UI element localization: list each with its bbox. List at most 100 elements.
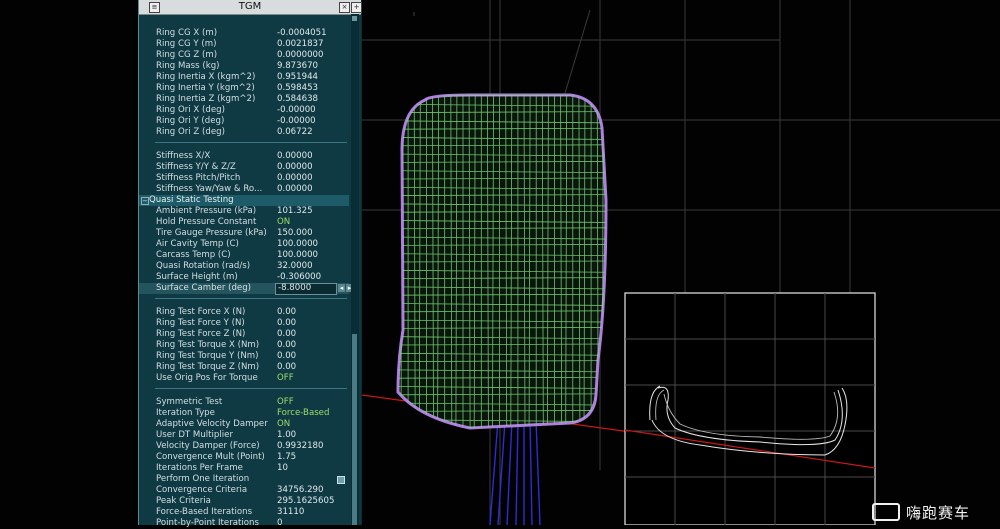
property-row[interactable]: Surface Camber (deg) ◂ ▸ -8.8000 bbox=[139, 283, 353, 295]
property-row[interactable]: Ring Test Torque Z (Nm) 0.00 bbox=[139, 362, 349, 373]
close-icon[interactable]: × bbox=[339, 2, 350, 13]
property-row[interactable]: Stiffness Y/Y & Z/Z 0.00000 bbox=[139, 162, 349, 173]
property-label: Ring Inertia Z (kgm^2) bbox=[156, 94, 256, 104]
property-value: -0.00000 bbox=[277, 105, 316, 115]
property-value: -0.306000 bbox=[277, 272, 322, 282]
property-label: Ambient Pressure (kPa) bbox=[156, 206, 257, 216]
property-row[interactable]: Iterations Per Frame 10 bbox=[139, 463, 349, 474]
collapse-icon[interactable]: − bbox=[141, 197, 149, 205]
property-row[interactable]: Ring Ori X (deg) -0.00000 bbox=[139, 105, 349, 116]
property-value: 0.0000000 bbox=[277, 50, 324, 60]
property-row[interactable]: Stiffness Yaw/Yaw & Ro... 0.00000 bbox=[139, 184, 349, 195]
property-label: Force-Based Iterations bbox=[156, 507, 253, 517]
property-row[interactable]: Ring Ori Y (deg) -0.00000 bbox=[139, 116, 349, 127]
property-value: 100.0000 bbox=[277, 250, 319, 260]
property-row[interactable]: Ring Test Force Z (N) 0.00 bbox=[139, 329, 349, 340]
property-label: Quasi Rotation (rad/s) bbox=[156, 261, 251, 271]
section-title: Quasi Static Testing bbox=[149, 195, 234, 205]
property-row[interactable]: Ring Mass (kg) 9.873670 bbox=[139, 61, 349, 72]
property-value: 0.9932180 bbox=[277, 441, 324, 451]
property-row[interactable]: Ring Ori Z (deg) 0.06722 bbox=[139, 127, 349, 138]
property-row[interactable]: Tire Gauge Pressure (kPa) 150.000 bbox=[139, 228, 349, 239]
property-label: Ring Inertia X (kgm^2) bbox=[156, 72, 256, 82]
property-value: 0.00000 bbox=[277, 184, 313, 194]
property-row[interactable]: Ring Test Force X (N) 0.00 bbox=[139, 307, 349, 318]
property-row[interactable]: Ring Test Torque Y (Nm) 0.00 bbox=[139, 351, 349, 362]
property-value: Force-Based bbox=[277, 408, 330, 418]
property-value: 0.00000 bbox=[277, 173, 313, 183]
property-row[interactable]: Ring CG Y (m) 0.0021837 bbox=[139, 39, 349, 50]
property-row[interactable]: Surface Height (m) -0.306000 bbox=[139, 272, 349, 283]
property-value: 0.00 bbox=[277, 351, 297, 361]
title-grip-icon bbox=[413, 12, 415, 16]
property-label: Velocity Damper (Force) bbox=[156, 441, 260, 451]
property-row[interactable]: Stiffness X/X 0.00000 bbox=[139, 151, 349, 162]
property-label: Perform One Iteration bbox=[156, 474, 250, 484]
property-row[interactable]: Ring Test Force Y (N) 0.00 bbox=[139, 318, 349, 329]
watermark-text: 嗨跑赛车 bbox=[906, 504, 971, 522]
property-row[interactable]: Air Cavity Temp (C) 100.0000 bbox=[139, 239, 349, 250]
property-label: Ring Ori X (deg) bbox=[156, 105, 225, 115]
property-value[interactable]: -8.8000 bbox=[278, 283, 311, 294]
cross-section-inset bbox=[624, 292, 876, 525]
property-row[interactable]: Ring Inertia Z (kgm^2) 0.584638 bbox=[139, 94, 349, 105]
expand-icon[interactable]: + bbox=[351, 2, 362, 13]
property-value: 0.00 bbox=[277, 307, 297, 317]
property-row[interactable]: Quasi Rotation (rad/s) 32.0000 bbox=[139, 261, 349, 272]
property-row[interactable]: User DT Multiplier 1.00 bbox=[139, 430, 349, 441]
property-value: OFF bbox=[277, 373, 294, 383]
property-row[interactable]: Adaptive Velocity Damper ON bbox=[139, 419, 349, 430]
property-value: -0.0004051 bbox=[277, 28, 327, 38]
property-value: 0.00 bbox=[277, 329, 297, 339]
property-label: Adaptive Velocity Damper bbox=[156, 419, 268, 429]
property-label: Ring Test Torque X (Nm) bbox=[156, 340, 260, 350]
property-value: 0.00000 bbox=[277, 151, 313, 161]
property-value: 295.1625605 bbox=[277, 496, 335, 506]
property-row[interactable]: Force-Based Iterations 31110 bbox=[139, 507, 349, 518]
section-header-quasi-static[interactable]: − Quasi Static Testing bbox=[139, 195, 349, 206]
property-label: Tire Gauge Pressure (kPa) bbox=[156, 228, 267, 238]
property-label: Hold Pressure Constant bbox=[156, 217, 257, 227]
property-value: 1.75 bbox=[277, 452, 297, 462]
property-row[interactable]: Ring CG Z (m) 0.0000000 bbox=[139, 50, 349, 61]
property-label: Air Cavity Temp (C) bbox=[156, 239, 239, 249]
property-value: 150.000 bbox=[277, 228, 313, 238]
property-value: 0.00 bbox=[277, 362, 297, 372]
property-value: 0.06722 bbox=[277, 127, 313, 137]
property-row[interactable]: Convergence Criteria 34756.290 bbox=[139, 485, 349, 496]
property-value: 101.325 bbox=[277, 206, 313, 216]
property-row[interactable]: Perform One Iteration bbox=[139, 474, 349, 485]
property-label: User DT Multiplier bbox=[156, 430, 233, 440]
property-value: 0.598453 bbox=[277, 83, 319, 93]
panel-scrollbar[interactable] bbox=[351, 14, 359, 525]
property-row[interactable]: Ring Test Torque X (Nm) 0.00 bbox=[139, 340, 349, 351]
scroll-thumb[interactable] bbox=[352, 334, 357, 525]
property-row[interactable]: Hold Pressure Constant ON bbox=[139, 217, 349, 228]
property-label: Convergence Mult (Point) bbox=[156, 452, 265, 462]
property-row[interactable]: Ring Inertia X (kgm^2) 0.951944 bbox=[139, 72, 349, 83]
property-label: Ring CG X (m) bbox=[156, 28, 218, 38]
property-row[interactable]: Use Orig Pos For Torque OFF bbox=[139, 373, 349, 384]
property-value: ON bbox=[277, 419, 291, 429]
property-label: Use Orig Pos For Torque bbox=[156, 373, 258, 383]
property-panel: ≡ TGM × + Ring CG X (m) -0.0004051 Ring CG… bbox=[138, 0, 415, 528]
decrement-icon[interactable]: ◂ bbox=[338, 284, 345, 292]
property-row[interactable]: Ambient Pressure (kPa) 101.325 bbox=[139, 206, 349, 217]
property-row[interactable]: Stiffness Pitch/Pitch 0.00000 bbox=[139, 173, 349, 184]
property-value: 0.00 bbox=[277, 318, 297, 328]
property-row[interactable]: Symmetric Test OFF bbox=[139, 397, 349, 408]
property-row[interactable]: Ring CG X (m) -0.0004051 bbox=[139, 28, 349, 39]
panel-titlebar[interactable]: ≡ TGM × + bbox=[139, 0, 362, 15]
property-row[interactable]: Convergence Mult (Point) 1.75 bbox=[139, 452, 349, 463]
property-value: 31110 bbox=[277, 507, 305, 517]
property-label: Ring CG Y (m) bbox=[156, 39, 217, 49]
property-row[interactable]: Ring Inertia Y (kgm^2) 0.598453 bbox=[139, 83, 349, 94]
property-row[interactable]: Carcass Temp (C) 100.0000 bbox=[139, 250, 349, 261]
property-label: Peak Criteria bbox=[156, 496, 211, 506]
property-row[interactable]: Point-by-Point Iterations 0 bbox=[139, 518, 349, 529]
property-row[interactable]: Iteration Type Force-Based bbox=[139, 408, 349, 419]
perform-iteration-button[interactable] bbox=[337, 476, 345, 484]
property-row[interactable]: Peak Criteria 295.1625605 bbox=[139, 496, 349, 507]
property-row[interactable]: Velocity Damper (Force) 0.9932180 bbox=[139, 441, 349, 452]
scroll-up-icon[interactable] bbox=[352, 16, 357, 21]
